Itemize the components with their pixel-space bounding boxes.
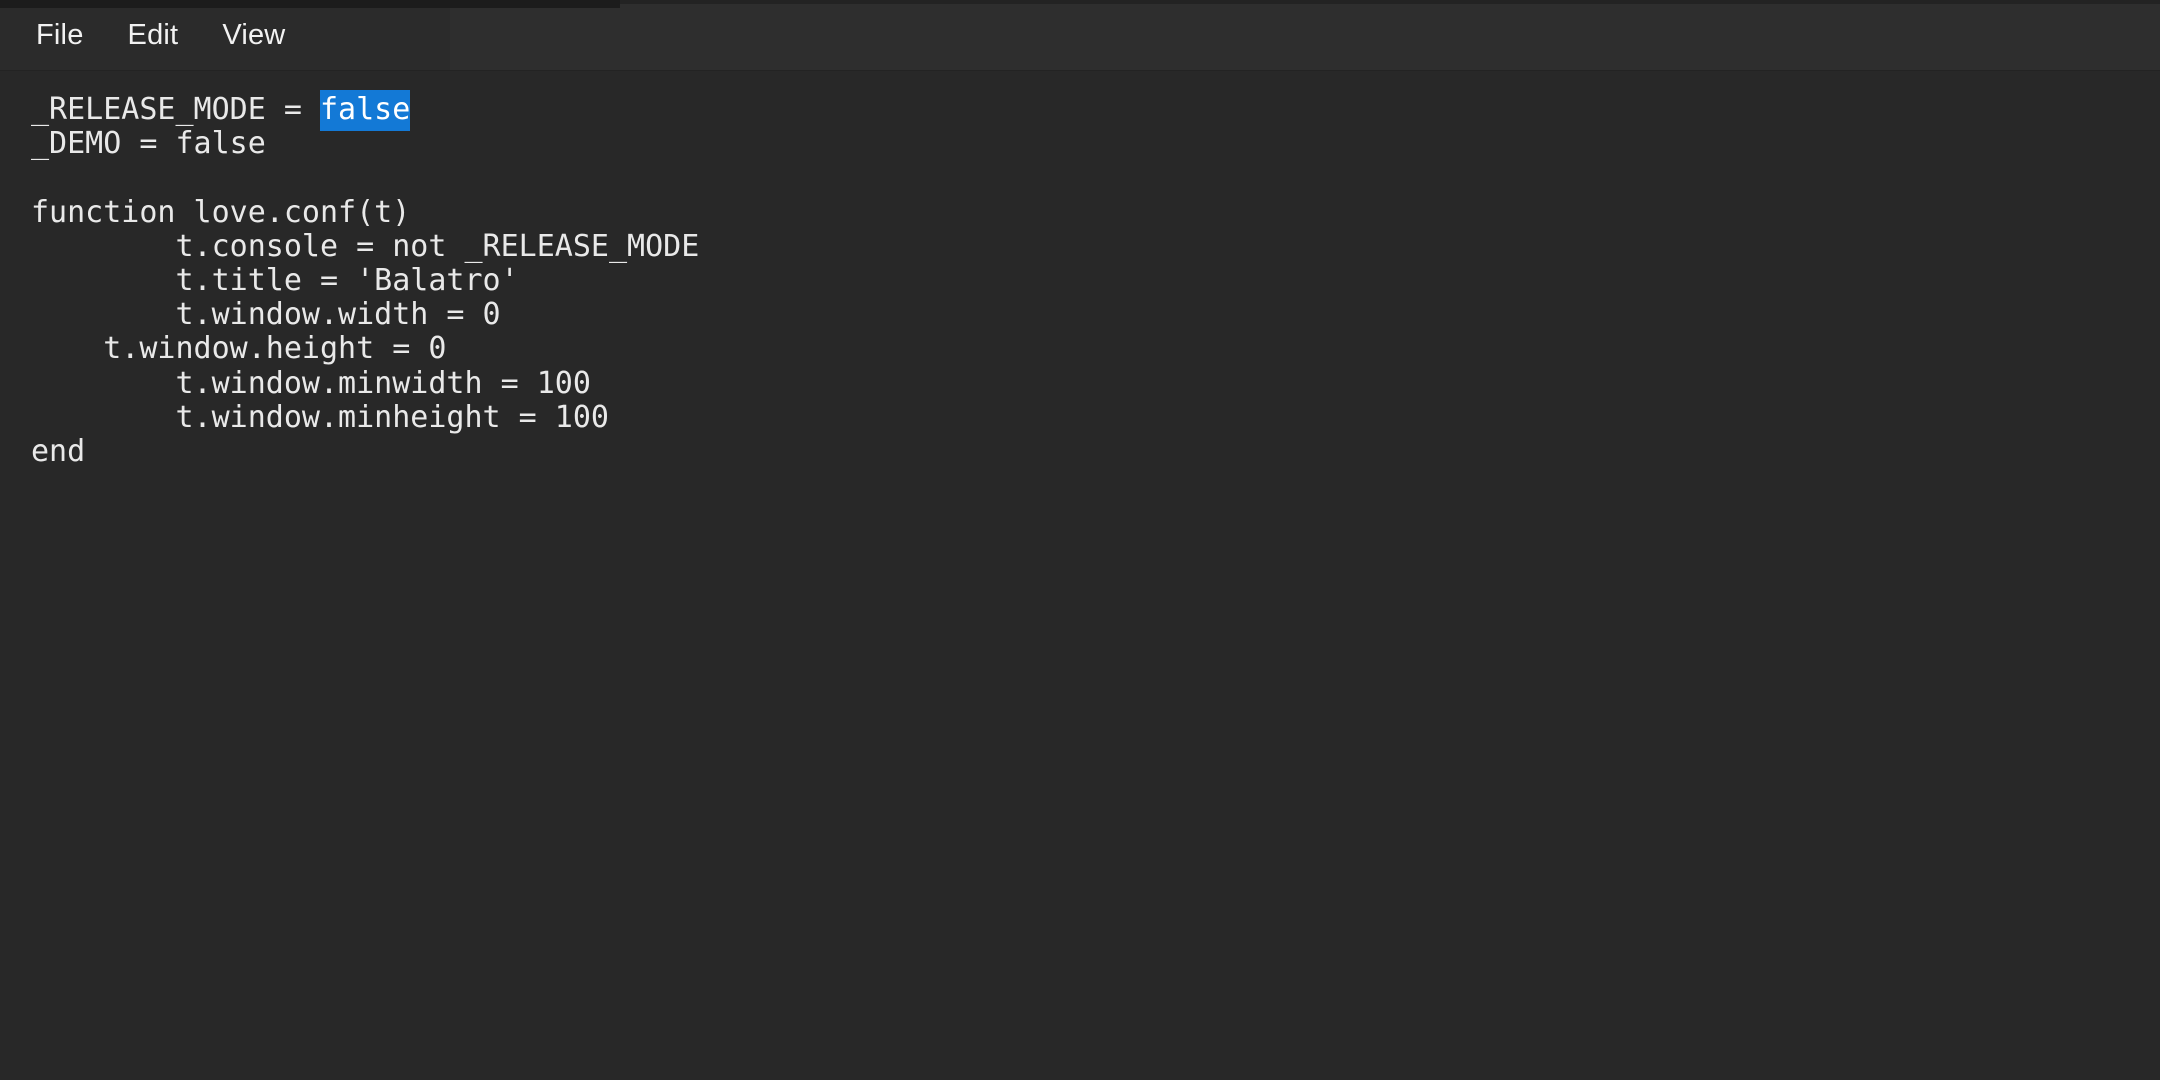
code-text-segment: _RELEASE_MODE =: [31, 92, 320, 127]
code-line[interactable]: t.title = 'Balatro': [31, 262, 2160, 298]
code-text-segment: t.title = 'Balatro': [175, 262, 519, 298]
code-line[interactable]: t.window.width = 0: [31, 298, 2160, 332]
code-text-segment: function love.conf(t): [31, 194, 411, 230]
code-line[interactable]: function love.conf(t): [31, 194, 2160, 230]
menu-bar: File Edit View: [0, 0, 2160, 71]
code-text-segment: t.window.height = 0: [103, 331, 447, 367]
code-line[interactable]: _RELEASE_MODE = false: [31, 90, 2160, 131]
menu-view[interactable]: View: [200, 11, 307, 60]
code-editor-area[interactable]: _RELEASE_MODE = false _DEMO = false funct…: [0, 71, 2160, 1080]
editor-window: File Edit View _RELEASE_MODE = false _DEMO …: [0, 0, 2160, 1080]
code-text-segment: t.window.minwidth = 100: [175, 365, 591, 401]
code-line[interactable]: t.window.minheight = 100: [31, 399, 2160, 435]
selected-text[interactable]: false: [319, 90, 411, 131]
code-text-segment: end: [31, 433, 86, 469]
menu-file[interactable]: File: [14, 11, 106, 60]
code-text-segment: t.window.width = 0: [175, 297, 501, 333]
code-line[interactable]: [31, 161, 2160, 195]
menu-edit[interactable]: Edit: [106, 11, 201, 60]
code-line[interactable]: _DEMO = false: [31, 127, 2160, 161]
code-text-segment: t.console = not _RELEASE_MODE: [175, 228, 700, 264]
code-line[interactable]: t.console = not _RELEASE_MODE: [31, 228, 2160, 264]
code-line[interactable]: t.window.height = 0: [31, 332, 2160, 366]
code-line[interactable]: end: [31, 433, 2160, 469]
code-text-segment: t.window.minheight = 100: [175, 399, 609, 435]
code-line[interactable]: t.window.minwidth = 100: [31, 365, 2160, 401]
code-text[interactable]: _RELEASE_MODE = false _DEMO = false funct…: [0, 90, 2160, 469]
code-text-segment: _DEMO = false: [31, 126, 266, 162]
